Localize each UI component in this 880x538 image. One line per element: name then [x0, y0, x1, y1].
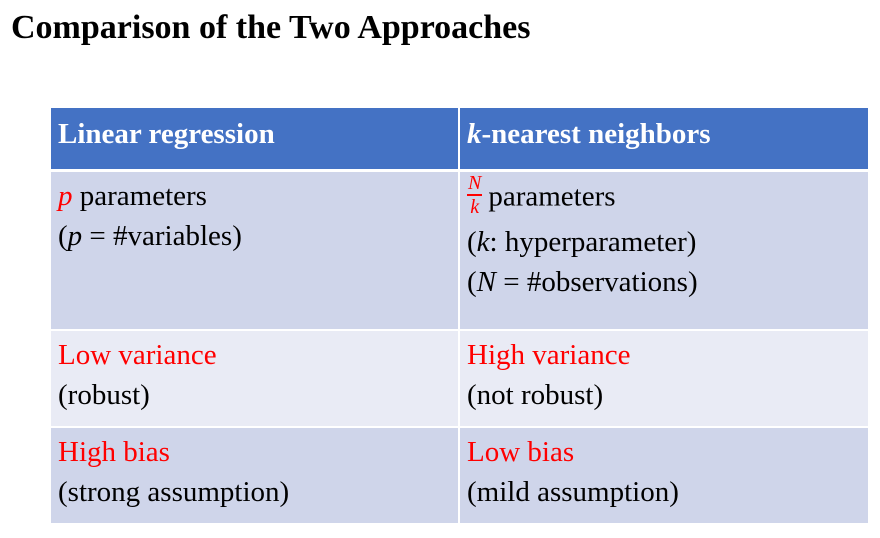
lr-variance-main: Low variance	[58, 339, 217, 371]
knn-n-note-var: N	[476, 265, 497, 298]
table-header-row: Linear regression k-nearest neighbors	[51, 108, 868, 172]
cell-knn-parameters: Nk parameters (k: hyperparameter) (N = #o…	[458, 170, 868, 330]
lr-params-line: p parameters	[58, 176, 458, 216]
knn-params-line: Nk parameters	[467, 172, 868, 222]
knn-n-note-text: = #observations)	[496, 265, 698, 298]
lr-variance-sub: (robust)	[58, 379, 150, 411]
n-over-k-fraction: Nk	[467, 171, 483, 218]
knn-params-text: parameters	[488, 180, 616, 213]
knn-k-note-open: (	[467, 225, 477, 258]
lr-note-p: p	[67, 219, 83, 252]
lr-params-text: parameters	[72, 179, 207, 212]
cell-lr-parameters: p parameters (p = #variables)	[51, 170, 459, 330]
lr-params-note: (p = #variables)	[58, 216, 458, 256]
header-knn: k-nearest neighbors	[458, 108, 868, 172]
knn-n-note: (N = #observations)	[467, 262, 868, 302]
knn-k-note-text: : hyperparameter)	[489, 225, 697, 258]
fraction-denominator: k	[470, 195, 480, 218]
cell-lr-variance: Low variance (robust)	[51, 329, 459, 427]
header-right-label: -nearest neighbors	[481, 118, 711, 150]
page-title: Comparison of the Two Approaches	[11, 9, 531, 46]
cell-lr-bias: High bias (strong assumption)	[51, 426, 459, 523]
knn-variance-main: High variance	[467, 339, 631, 371]
fraction-numerator: N	[467, 171, 483, 196]
knn-n-note-open: (	[467, 265, 477, 298]
knn-k-note: (k: hyperparameter)	[467, 222, 868, 262]
knn-k-note-var: k	[476, 225, 490, 258]
table-row-bias: High bias (strong assumption) Low bias (…	[51, 426, 868, 523]
table-row-parameters: p parameters (p = #variables) Nk paramete…	[51, 170, 868, 330]
knn-variance-sub: (not robust)	[467, 379, 604, 411]
lr-bias-main: High bias	[58, 436, 170, 468]
table-row-variance: Low variance (robust) High variance (not…	[51, 329, 868, 427]
lr-p-variable: p	[58, 179, 73, 212]
comparison-table: Linear regression k-nearest neighbors p …	[51, 108, 868, 523]
knn-bias-main: Low bias	[467, 436, 575, 468]
cell-knn-bias: Low bias (mild assumption)	[458, 426, 868, 523]
cell-knn-variance: High variance (not robust)	[458, 329, 868, 427]
lr-note-open: (	[58, 219, 68, 252]
header-left-label: Linear regression	[58, 118, 275, 150]
lr-bias-sub: (strong assumption)	[58, 476, 290, 508]
header-linear-regression: Linear regression	[51, 108, 459, 172]
lr-note-text: = #variables)	[82, 219, 242, 252]
header-k-variable: k	[467, 118, 482, 150]
knn-bias-sub: (mild assumption)	[467, 476, 679, 508]
